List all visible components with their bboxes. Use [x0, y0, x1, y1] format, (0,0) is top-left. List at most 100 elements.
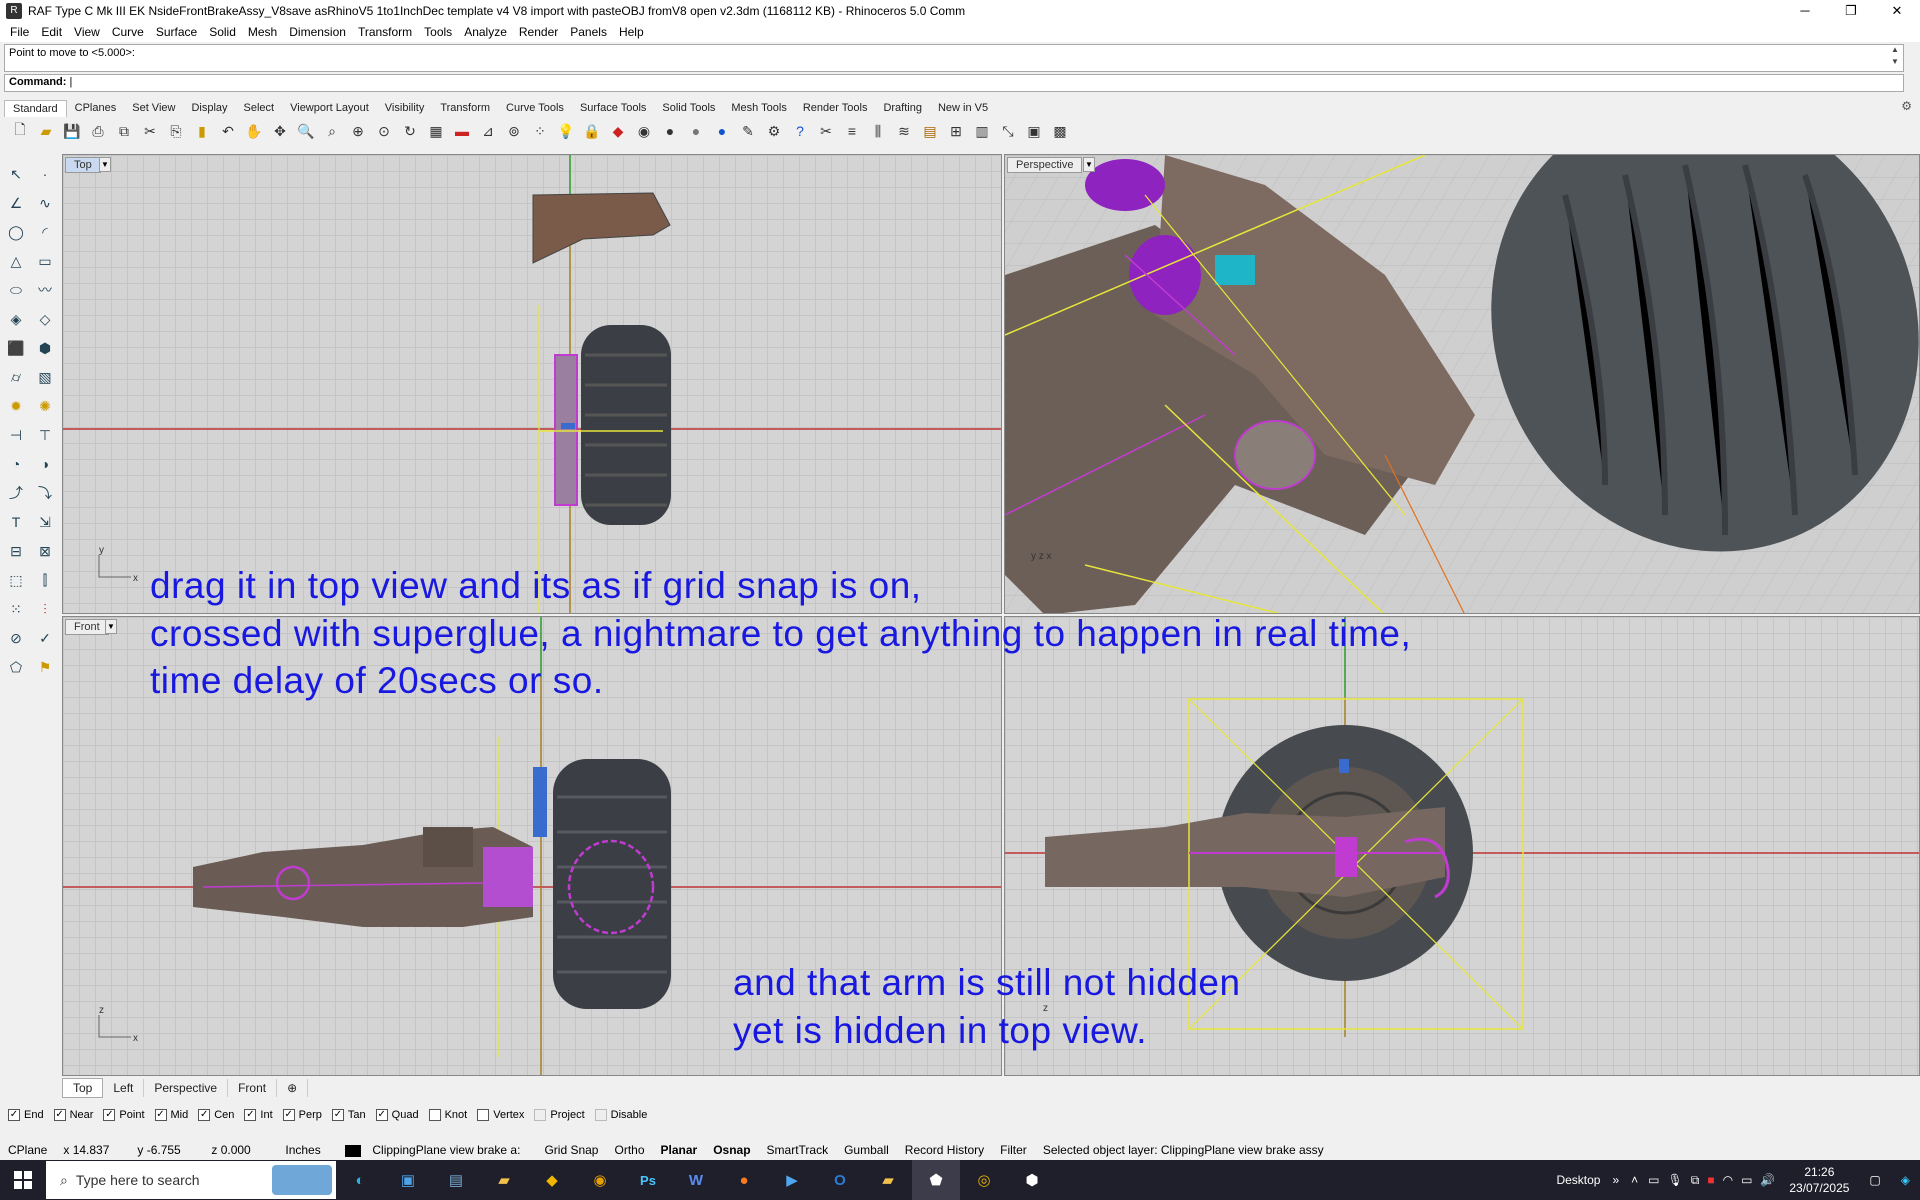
copilot-icon[interactable]: ◈: [1891, 1173, 1920, 1187]
microphone-icon[interactable]: 🎙: [1664, 1173, 1687, 1187]
render-sphere-icon[interactable]: ●: [658, 119, 682, 143]
filter-toggle[interactable]: Filter: [992, 1143, 1035, 1157]
scroll-down-icon[interactable]: ▼: [1889, 57, 1901, 73]
join-icon[interactable]: ⤴: [2, 479, 30, 507]
viewport-tab-front[interactable]: Front: [228, 1079, 278, 1097]
chevron-down-icon[interactable]: ▼: [105, 619, 117, 634]
osnap-knot[interactable]: Knot: [428, 1109, 467, 1122]
osnap-project[interactable]: Project: [534, 1109, 585, 1122]
menu-render[interactable]: Render: [513, 25, 564, 39]
viewport-tab-perspective[interactable]: Perspective: [144, 1079, 229, 1097]
osnap-cen[interactable]: ✓ Cen: [198, 1109, 234, 1122]
columns-icon[interactable]: ⫿: [31, 566, 59, 594]
menu-surface[interactable]: Surface: [150, 25, 203, 39]
tab-mesh-tools[interactable]: Mesh Tools: [723, 100, 794, 116]
tray-up-icon[interactable]: ˄: [1625, 1173, 1644, 1187]
undo-icon[interactable]: ↶: [216, 119, 240, 143]
windows-start-icon[interactable]: [0, 1160, 46, 1200]
chevron-down-icon[interactable]: ▼: [99, 157, 111, 172]
scissors-icon[interactable]: ✂: [814, 119, 838, 143]
status-units[interactable]: Inches: [277, 1143, 337, 1157]
explode-icon[interactable]: ✹: [2, 392, 30, 420]
sticky-icon[interactable]: ◆: [528, 1160, 576, 1200]
undo-view-icon[interactable]: ↻: [398, 119, 422, 143]
select-points-icon[interactable]: ⁘: [528, 119, 552, 143]
print-icon[interactable]: ⎙: [86, 119, 110, 143]
tab-drafting[interactable]: Drafting: [875, 100, 930, 116]
lock-icon[interactable]: 🔒: [580, 119, 604, 143]
osnap-mid[interactable]: ✓ Mid: [154, 1109, 188, 1122]
cplane-icon[interactable]: ⊿: [476, 119, 500, 143]
desktop-label[interactable]: Desktop: [1550, 1173, 1606, 1187]
viewport-label-front[interactable]: Front: [65, 619, 109, 635]
ellipse-icon[interactable]: ⬭: [2, 276, 30, 304]
cylinder-icon[interactable]: ⌭: [2, 363, 30, 391]
word-icon[interactable]: W: [672, 1160, 720, 1200]
tab-select[interactable]: Select: [236, 100, 283, 116]
gear-icon[interactable]: ⚙: [1901, 99, 1912, 113]
rotate-view-icon[interactable]: ✥: [268, 119, 292, 143]
menu-curve[interactable]: Curve: [106, 25, 150, 39]
surface-edit-icon[interactable]: ◇: [31, 305, 59, 333]
tab-curve-tools[interactable]: Curve Tools: [498, 100, 572, 116]
tab-standard[interactable]: Standard: [4, 99, 67, 117]
cut-icon[interactable]: ✂: [138, 119, 162, 143]
rhino-v8-icon[interactable]: ⬢: [1008, 1160, 1056, 1200]
analyze-icon[interactable]: ⊘: [2, 624, 30, 652]
tray-window-icon[interactable]: ⧉: [1687, 1173, 1704, 1188]
menu-mesh[interactable]: Mesh: [242, 25, 283, 39]
render-icon[interactable]: ⚑: [31, 653, 59, 681]
file-explorer-icon[interactable]: ▰: [480, 1160, 528, 1200]
folder-icon[interactable]: ▰: [864, 1160, 912, 1200]
tab-viewport-layout[interactable]: Viewport Layout: [282, 100, 377, 116]
volume-icon[interactable]: 🔊: [1756, 1173, 1779, 1187]
firefox-icon[interactable]: ●: [720, 1160, 768, 1200]
chart-icon[interactable]: ▥: [970, 119, 994, 143]
curve-tool-icon[interactable]: ≋: [892, 119, 916, 143]
viewport-tab-left[interactable]: Left: [103, 1079, 145, 1097]
ortho-toggle[interactable]: Ortho: [606, 1143, 652, 1157]
layer-icon[interactable]: ◆: [606, 119, 630, 143]
zoom-window-icon[interactable]: ⌕: [320, 119, 344, 143]
viewport-top[interactable]: Top ▼ y x: [62, 154, 1002, 614]
smarttrack-toggle[interactable]: SmartTrack: [759, 1143, 837, 1157]
plex-icon[interactable]: ◉: [576, 1160, 624, 1200]
overflow-chevron-icon[interactable]: »: [1606, 1173, 1625, 1187]
tab-set-view[interactable]: Set View: [124, 100, 183, 116]
align-icon[interactable]: ≡: [840, 119, 864, 143]
freeform-icon[interactable]: 〰: [31, 276, 59, 304]
shaded-sphere-icon[interactable]: ●: [684, 119, 708, 143]
grid-icon[interactable]: ⊚: [502, 119, 526, 143]
tab-render-tools[interactable]: Render Tools: [795, 100, 876, 116]
copy-icon[interactable]: ⎘: [164, 119, 188, 143]
store-icon[interactable]: ▣: [384, 1160, 432, 1200]
taskbar-search[interactable]: ⌕ Type here to search: [46, 1161, 336, 1199]
pan-hand-icon[interactable]: ✋: [242, 119, 266, 143]
help-icon[interactable]: ?: [788, 119, 812, 143]
chevron-down-icon[interactable]: ▼: [1083, 157, 1095, 172]
trim-icon[interactable]: ⊣: [2, 421, 30, 449]
array-grid-icon[interactable]: ⁙: [2, 595, 30, 623]
mesh-icon[interactable]: ▧: [31, 363, 59, 391]
arc-icon[interactable]: ◜: [31, 218, 59, 246]
zoom-selected-icon[interactable]: ⊙: [372, 119, 396, 143]
osnap-end[interactable]: ✓ End: [8, 1109, 44, 1122]
tab-cplanes[interactable]: CPlanes: [67, 100, 125, 116]
split-icon[interactable]: ⊤: [31, 421, 59, 449]
status-layer[interactable]: ClippingPlane view brake a:: [337, 1143, 536, 1157]
save-icon[interactable]: 💾: [60, 119, 84, 143]
osnap-perp[interactable]: ✓ Perp: [282, 1109, 322, 1122]
media-player-icon[interactable]: ▶: [768, 1160, 816, 1200]
pencil-icon[interactable]: ✎: [736, 119, 760, 143]
viewport-grid-icon[interactable]: ▦: [424, 119, 448, 143]
notification-icon[interactable]: ▢: [1859, 1173, 1890, 1187]
osnap-vertex[interactable]: Vertex: [477, 1109, 524, 1122]
zoom-icon[interactable]: 🔍: [294, 119, 318, 143]
viewport-label-perspective[interactable]: Perspective: [1007, 157, 1083, 173]
edge-icon[interactable]: ◐: [336, 1160, 384, 1200]
menu-panels[interactable]: Panels: [564, 25, 613, 39]
menu-edit[interactable]: Edit: [35, 25, 68, 39]
wifi-icon[interactable]: ◠: [1719, 1173, 1737, 1187]
planar-toggle[interactable]: Planar: [653, 1143, 706, 1157]
osnap-disable[interactable]: Disable: [594, 1109, 647, 1122]
